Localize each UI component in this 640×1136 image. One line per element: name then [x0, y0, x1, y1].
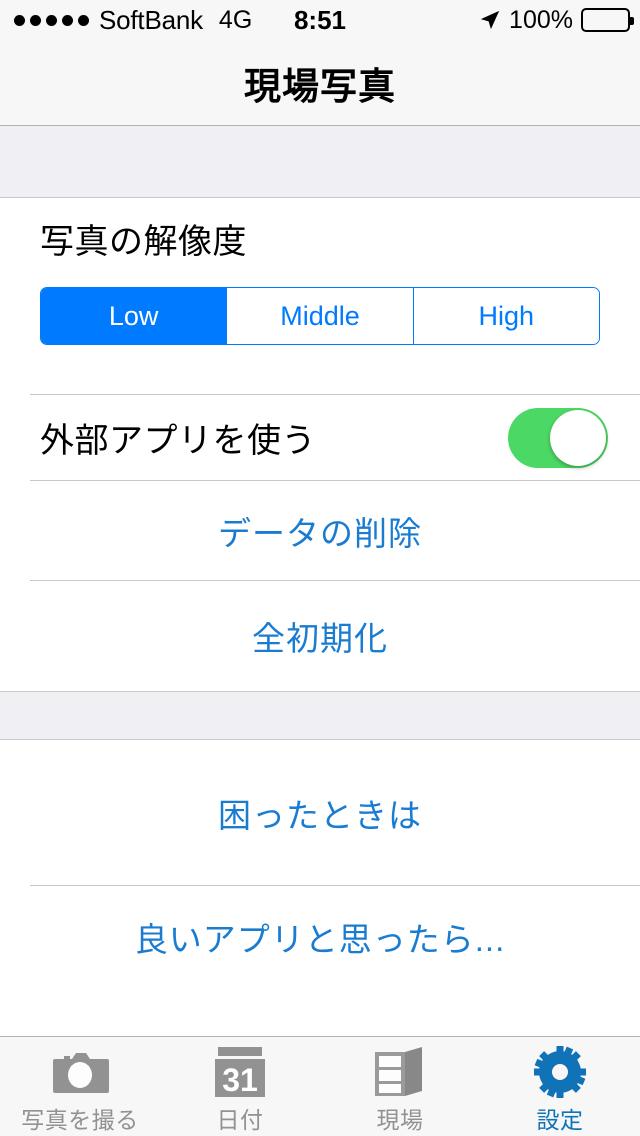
battery-icon [581, 8, 634, 32]
calendar-icon: 31 [209, 1045, 271, 1099]
page-title: 現場写真 [244, 65, 396, 107]
battery-percent-label: 100% [509, 5, 573, 34]
delete-data-label: データの削除 [218, 515, 422, 552]
tab-settings[interactable]: 設定 [480, 1037, 640, 1136]
segment-high[interactable]: High [412, 288, 599, 345]
rate-app-cell[interactable]: 良いアプリと思ったら... [0, 886, 640, 987]
location-arrow-icon [480, 10, 500, 30]
external-app-toggle[interactable] [508, 407, 608, 468]
tab-take-photo[interactable]: 写真を撮る [0, 1037, 160, 1136]
tab-settings-label: 設定 [536, 1107, 584, 1133]
tab-date[interactable]: 31 日付 [160, 1037, 320, 1136]
photo-resolution-cell: 写真の解像度 Low Middle High [0, 198, 640, 394]
app-screen: SoftBank 4G 8:51 100% 現場写真 写真の解像度 Low Mi… [0, 0, 640, 1136]
full-reset-label: 全初期化 [252, 620, 388, 657]
full-reset-cell[interactable]: 全初期化 [0, 581, 640, 691]
help-cell[interactable]: 困ったときは [0, 740, 640, 886]
segment-low[interactable]: Low [41, 288, 227, 345]
site-building-icon [369, 1045, 431, 1099]
section-header-top [0, 126, 640, 198]
settings-table: 写真の解像度 Low Middle High 外部アプリを使う データの削除 全… [0, 126, 640, 1036]
separator [30, 394, 640, 395]
photo-resolution-segmented-control[interactable]: Low Middle High [40, 287, 600, 346]
tab-bar: 写真を撮る 31 日付 現場 設定 [0, 1036, 640, 1136]
section-header-support [0, 691, 640, 740]
gear-icon [529, 1045, 591, 1099]
navigation-bar: 現場写真 [0, 40, 640, 126]
tab-date-label: 日付 [216, 1107, 264, 1133]
delete-data-cell[interactable]: データの削除 [0, 481, 640, 581]
tab-site-label: 現場 [376, 1107, 424, 1133]
photo-resolution-label: 写真の解像度 [40, 223, 247, 261]
external-app-label: 外部アプリを使う [40, 422, 316, 460]
svg-text:31: 31 [222, 1062, 258, 1097]
tab-take-photo-label: 写真を撮る [21, 1107, 139, 1133]
toggle-knob [550, 409, 606, 466]
help-label: 困ったときは [218, 797, 422, 834]
rate-app-label: 良いアプリと思ったら... [134, 920, 506, 958]
status-bar: SoftBank 4G 8:51 100% [0, 0, 640, 40]
status-bar-right: 100% [479, 5, 634, 35]
external-app-cell: 外部アプリを使う [0, 394, 640, 481]
camera-icon [49, 1045, 111, 1099]
segment-middle[interactable]: Middle [226, 288, 413, 345]
tab-site[interactable]: 現場 [320, 1037, 480, 1136]
